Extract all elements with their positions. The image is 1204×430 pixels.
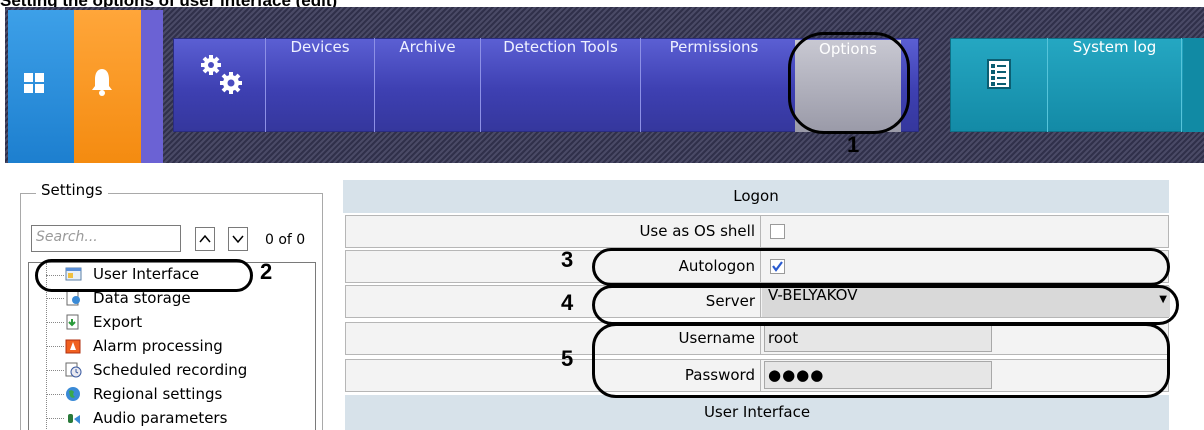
- system-log-button[interactable]: System log: [1048, 38, 1182, 132]
- tree-item-regional-settings[interactable]: Regional settings: [65, 383, 222, 406]
- tree-branch: [46, 418, 64, 419]
- tree-item-scheduled-recording[interactable]: Scheduled recording: [65, 359, 247, 382]
- nav-devices[interactable]: Devices: [266, 38, 374, 132]
- callout-4: 4: [561, 290, 574, 315]
- nav-archive[interactable]: Archive: [375, 38, 480, 132]
- tree-branch: [46, 346, 64, 347]
- tree-item-audio-parameters[interactable]: Audio parameters: [65, 407, 227, 430]
- tree-branch: [46, 322, 64, 323]
- autologon-callout-ring: [592, 248, 1170, 286]
- logon-section-header: Logon: [343, 180, 1169, 213]
- use-as-os-shell-label: Use as OS shell: [346, 216, 761, 247]
- gears-icon: [201, 55, 242, 94]
- settings-legend: Settings: [36, 181, 108, 199]
- export-icon: [66, 314, 79, 330]
- search-up-button[interactable]: [195, 227, 215, 251]
- windows-icon: [24, 73, 45, 94]
- tree-branch: [46, 394, 64, 395]
- options-callout-ring: [788, 32, 910, 134]
- tree-item-label: Audio parameters: [93, 409, 228, 427]
- tree-item-label: Regional settings: [93, 385, 223, 403]
- schedule-icon: [65, 362, 82, 378]
- bell-icon: [92, 69, 112, 96]
- search-result-counter: 0 of 0: [265, 232, 306, 248]
- audio-icon: [68, 414, 80, 424]
- callout-2: 2: [260, 259, 273, 284]
- server-callout-ring: [592, 285, 1179, 325]
- alarm-icon: [65, 339, 81, 354]
- search-down-button[interactable]: [228, 227, 248, 251]
- chevron-down-icon: [232, 235, 244, 244]
- credentials-callout-ring: [592, 323, 1170, 398]
- search-input[interactable]: Search...: [31, 225, 181, 252]
- log-list-icon: [987, 59, 1011, 89]
- system-log-icon-button[interactable]: [950, 38, 1048, 132]
- globe-icon: [66, 387, 80, 401]
- tree-item-label: Export: [93, 313, 143, 331]
- chevron-up-icon: [199, 234, 211, 243]
- callout-3: 3: [561, 247, 574, 272]
- tree-branch: [46, 370, 64, 371]
- tree-item-label: Alarm processing: [93, 337, 223, 355]
- user-interface-section-header: User Interface: [345, 395, 1169, 430]
- settings-gear-button[interactable]: [173, 38, 265, 132]
- tree-item-alarm-processing[interactable]: Alarm processing: [65, 335, 223, 358]
- user-interface-callout-ring: [35, 259, 253, 292]
- toolbar-edge: [1183, 38, 1204, 132]
- use-as-os-shell-checkbox[interactable]: [770, 224, 785, 239]
- nav-detection-tools[interactable]: Detection Tools: [481, 38, 640, 132]
- nav-permissions[interactable]: Permissions: [641, 38, 787, 132]
- tree-item-label: Scheduled recording: [93, 361, 248, 379]
- data-storage-icon: [66, 290, 80, 306]
- purple-tile: [141, 10, 163, 163]
- use-as-os-shell-row: Use as OS shell: [345, 215, 1169, 248]
- tree-item-export[interactable]: Export: [65, 311, 142, 334]
- callout-1: 1: [847, 132, 860, 157]
- tree-branch: [46, 298, 64, 299]
- callout-5: 5: [561, 346, 574, 371]
